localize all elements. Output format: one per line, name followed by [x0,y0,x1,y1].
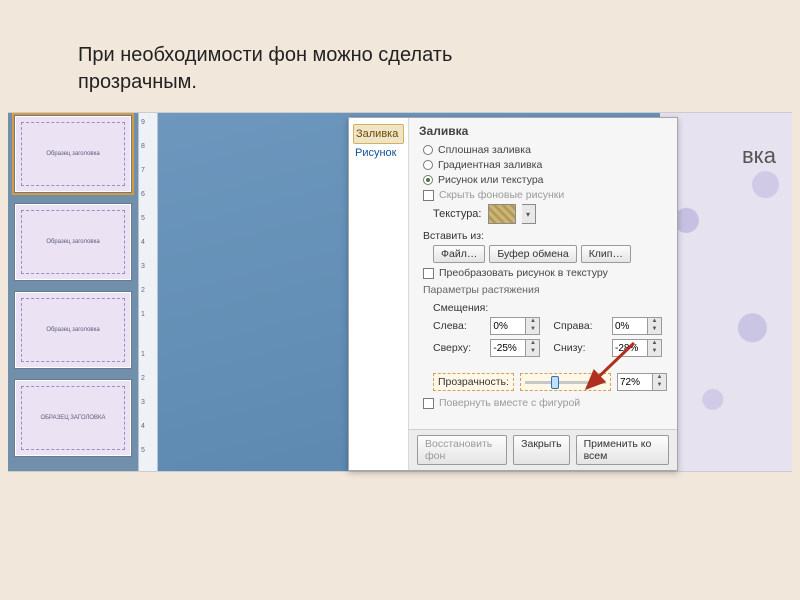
texture-label: Текстура: [433,208,482,220]
spinner-down-icon[interactable]: ▼ [526,348,539,356]
checkbox-icon [423,398,434,409]
spinner-up-icon[interactable]: ▲ [526,340,539,348]
format-background-dialog: Заливка Рисунок Заливка Сплошная заливка… [348,117,678,471]
slide-thumb-2[interactable]: Образец заголовка [14,203,132,281]
offset-bottom-label: Снизу: [553,342,604,354]
radio-icon [423,145,433,155]
checkbox-label: Скрыть фоновые рисунки [439,189,564,201]
radio-label: Сплошная заливка [438,144,531,156]
radio-gradient-fill[interactable]: Градиентная заливка [423,159,667,171]
radio-solid-fill[interactable]: Сплошная заливка [423,144,667,156]
radio-icon [423,175,433,185]
checkbox-label: Преобразовать рисунок в текстуру [439,267,608,279]
spinner-down-icon[interactable]: ▼ [648,326,661,334]
insert-file-button[interactable]: Файл… [433,245,485,263]
checkbox-hide-background[interactable]: Скрыть фоновые рисунки [423,189,667,201]
offsets-label: Смещения: [433,302,667,314]
transparency-spinner[interactable]: ▲▼ [617,373,667,391]
checkbox-icon [423,190,434,201]
offset-left-input[interactable] [490,317,526,335]
tab-fill[interactable]: Заливка [353,124,404,144]
stretch-options-label: Параметры растяжения [423,284,667,296]
checkbox-icon [423,268,434,279]
dialog-category-list: Заливка Рисунок [349,118,409,470]
radio-label: Рисунок или текстура [438,174,544,186]
transparency-slider[interactable] [520,373,611,391]
thumb-label: Образец заголовка [46,151,99,157]
radio-label: Градиентная заливка [438,159,542,171]
offset-right-spinner[interactable]: ▲▼ [612,317,667,335]
texture-swatch[interactable] [488,204,516,224]
offset-top-label: Сверху: [433,342,482,354]
texture-dropdown[interactable]: ▾ [522,204,536,224]
slider-thumb[interactable] [551,376,559,389]
partial-text: вка [742,143,776,169]
spinner-up-icon[interactable]: ▲ [648,340,661,348]
insert-clipboard-button[interactable]: Буфер обмена [489,245,576,263]
dialog-heading: Заливка [419,124,667,138]
vertical-ruler: 9 8 7 6 5 4 3 2 1 1 2 3 4 5 [138,113,158,471]
thumb-label: Образец заголовка [46,239,99,245]
spinner-down-icon[interactable]: ▼ [648,348,661,356]
close-button[interactable]: Закрыть [513,435,569,465]
transparency-label: Прозрачность: [433,373,514,391]
powerpoint-window: Образец заголовка Образец заголовка Обра… [8,112,792,472]
dialog-footer: Восстановить фон Закрыть Применить ко вс… [409,429,677,470]
spinner-up-icon[interactable]: ▲ [653,374,666,382]
offset-bottom-input[interactable] [612,339,648,357]
insert-from-label: Вставить из: [423,230,667,242]
tab-picture[interactable]: Рисунок [353,144,404,162]
checkbox-label: Повернуть вместе с фигурой [439,397,580,409]
spinner-down-icon[interactable]: ▼ [526,326,539,334]
offset-top-input[interactable] [490,339,526,357]
spinner-down-icon[interactable]: ▼ [653,382,666,390]
slide-thumbnails-panel: Образец заголовка Образец заголовка Обра… [8,113,138,471]
offset-top-spinner[interactable]: ▲▼ [490,339,545,357]
reset-background-button[interactable]: Восстановить фон [417,435,507,465]
checkbox-rotate-with-shape: Повернуть вместе с фигурой [423,397,667,409]
offset-left-spinner[interactable]: ▲▼ [490,317,545,335]
checkbox-tile-picture[interactable]: Преобразовать рисунок в текстуру [423,267,667,279]
thumb-label: Образец заголовка [46,327,99,333]
offset-bottom-spinner[interactable]: ▲▼ [612,339,667,357]
offset-left-label: Слева: [433,320,482,332]
offset-right-input[interactable] [612,317,648,335]
page-title: При необходимости фон можно сделать проз… [78,42,558,96]
offset-right-label: Справа: [553,320,604,332]
spinner-up-icon[interactable]: ▲ [526,318,539,326]
insert-clip-button[interactable]: Клип… [581,245,631,263]
thumb-label: ОБРАЗЕЦ ЗАГОЛОВКА [40,415,105,421]
slide-background-preview: вка [660,113,792,471]
offsets-grid: Слева: ▲▼ Справа: ▲▼ Сверху: ▲▼ Снизу: [433,317,667,357]
transparency-input[interactable] [617,373,653,391]
slide-thumb-4[interactable]: ОБРАЗЕЦ ЗАГОЛОВКА [14,379,132,457]
spinner-up-icon[interactable]: ▲ [648,318,661,326]
dialog-body: Заливка Сплошная заливка Градиентная зал… [409,118,677,470]
slide-thumb-3[interactable]: Образец заголовка [14,291,132,369]
apply-to-all-button[interactable]: Применить ко всем [576,435,669,465]
radio-icon [423,160,433,170]
slide-thumb-1[interactable]: Образец заголовка [14,115,132,193]
radio-picture-fill[interactable]: Рисунок или текстура [423,174,667,186]
